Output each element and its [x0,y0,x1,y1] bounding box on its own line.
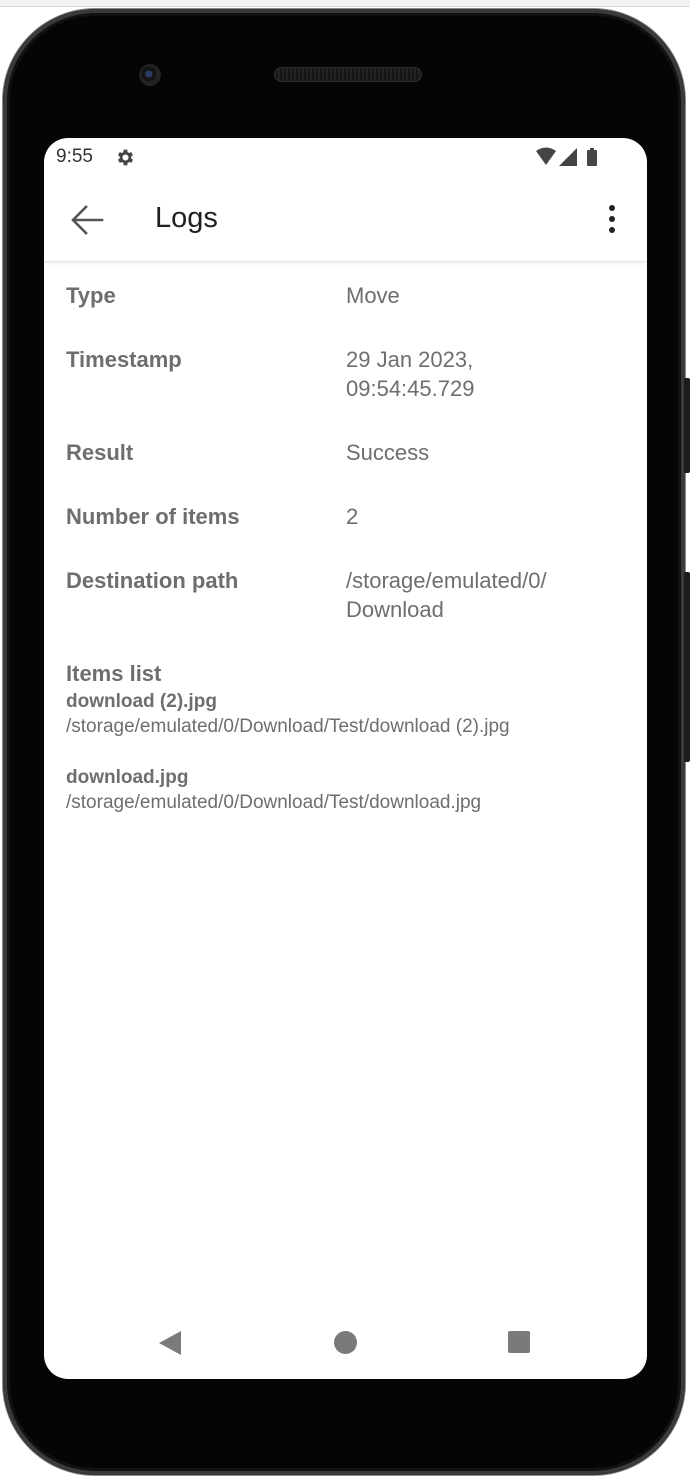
phone-screen: 9:55 Logs Type Move Timestamp 29 Jan 202… [44,138,647,1379]
wifi-icon [536,147,556,165]
battery-icon [587,148,597,166]
timestamp-value: 29 Jan 2023, 09:54:45.729 [346,345,626,403]
detail-row-timestamp: Timestamp 29 Jan 2023, 09:54:45.729 [66,345,626,403]
detail-row-item-count: Number of items 2 [66,502,626,531]
list-item: download.jpg /storage/emulated/0/Downloa… [66,765,626,815]
item-file-name: download (2).jpg [66,691,217,712]
phone-frame: 9:55 Logs Type Move Timestamp 29 Jan 202… [3,9,685,1475]
detail-row-destination: Destination path /storage/emulated/0/ Do… [66,566,626,624]
front-camera [139,64,161,86]
nav-home-icon[interactable] [333,1330,358,1355]
destination-line-2: Download [346,597,444,622]
power-button [684,572,690,762]
timestamp-time: 09:54:45.729 [346,376,475,401]
volume-button [684,378,690,473]
status-icons [536,147,597,166]
item-count-value: 2 [346,504,359,529]
nav-recents-icon[interactable] [507,1330,531,1354]
signal-icon [559,148,577,166]
list-item: download (2).jpg /storage/emulated/0/Dow… [66,689,626,739]
log-details: Type Move Timestamp 29 Jan 2023, 09:54:4… [66,262,626,815]
item-file-path: /storage/emulated/0/Download/Test/downlo… [66,792,482,813]
items-list-title: Items list [66,661,162,686]
type-value: Move [346,283,400,308]
browser-top-strip [0,0,690,7]
status-bar: 9:55 [44,138,647,178]
more-vert-icon[interactable] [597,202,627,238]
system-nav-bar [44,1316,647,1366]
result-value: Success [346,440,430,465]
arrow-left-icon[interactable] [66,199,108,241]
destination-label: Destination path [66,568,239,593]
item-count-label: Number of items [66,504,240,529]
type-label: Type [66,283,116,308]
item-file-name: download.jpg [66,767,189,788]
gear-icon [117,149,134,166]
timestamp-date: 29 Jan 2023, [346,347,474,372]
nav-back-icon[interactable] [158,1330,182,1356]
detail-row-type: Type Move [66,281,626,310]
result-label: Result [66,440,134,465]
destination-value: /storage/emulated/0/ Download [346,566,626,624]
destination-line-1: /storage/emulated/0/ [346,568,547,593]
earpiece-speaker [274,67,422,82]
page-title: Logs [155,202,218,234]
item-file-path: /storage/emulated/0/Download/Test/downlo… [66,716,510,737]
status-time: 9:55 [56,146,93,167]
app-bar: Logs [44,178,647,262]
timestamp-label: Timestamp [66,347,182,372]
detail-row-result: Result Success [66,438,626,467]
